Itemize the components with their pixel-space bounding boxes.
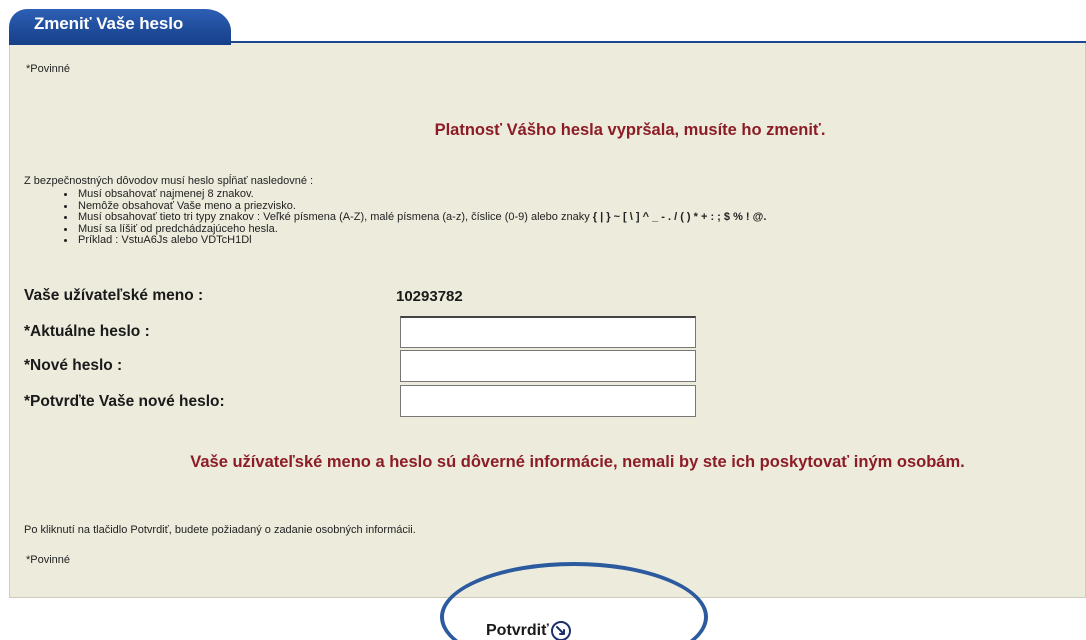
confirm-password-label: *Potvrďte Vaše nové heslo: <box>24 393 225 410</box>
arrow-right-circle-icon <box>550 621 571 640</box>
expired-message: Platnosť Vášho hesla vypršala, musíte ho… <box>434 121 826 139</box>
new-password-label: *Nové heslo : <box>24 357 123 374</box>
username-label: Vaše užívateľské meno : <box>24 287 204 304</box>
tab-title: Zmeniť Vaše heslo <box>34 14 184 33</box>
rule-text: Nemôže obsahovať Vaše meno a priezvisko. <box>78 199 296 212</box>
tab-change-password[interactable]: Zmeniť Vaše heslo <box>9 9 231 45</box>
rule-text: Musí sa líšiť od predchádzajúceho hesla. <box>78 222 278 235</box>
username-value: 10293782 <box>396 288 463 305</box>
required-note-top: *Povinné <box>26 63 71 75</box>
current-password-label: *Aktuálne heslo : <box>24 323 150 340</box>
rule-text: Musí obsahovať tieto tri typy znakov : V… <box>78 211 593 224</box>
rule-text: Príklad : VstuA6Js alebo VDTcH1Dl <box>78 234 252 247</box>
new-password-input[interactable] <box>400 350 696 382</box>
rule-item: Príklad : VstuA6Js alebo VDTcH1Dl <box>76 235 766 247</box>
confirm-button[interactable]: Potvrdiť <box>486 621 571 640</box>
current-password-input[interactable] <box>400 316 696 348</box>
rule-text: Musí obsahovať najmenej 8 znakov. <box>78 188 254 200</box>
change-password-page: Zmeniť Vaše heslo *Povinné Platnosť Vášh… <box>0 0 1086 640</box>
next-step-note: Po kliknutí na tlačidlo Potvrdiť, budete… <box>24 524 416 536</box>
required-note-bottom: *Povinné <box>26 554 71 566</box>
change-password-panel: *Povinné Platnosť Vášho hesla vypršala, … <box>9 43 1086 598</box>
password-rules-list: Musí obsahovať najmenej 8 znakov. Nemôže… <box>60 188 767 247</box>
confidential-message: Vaše užívateľské meno a heslo sú dôverné… <box>190 453 965 471</box>
confirm-button-label: Potvrdiť <box>486 622 549 639</box>
confirm-password-input[interactable] <box>400 385 696 417</box>
rules-intro: Z bezpečnostných dôvodov musí heslo spĺň… <box>24 175 314 187</box>
special-characters: { | } ~ [ \ ] ^ _ - . / ( ) * + : ; $ % … <box>592 211 767 224</box>
